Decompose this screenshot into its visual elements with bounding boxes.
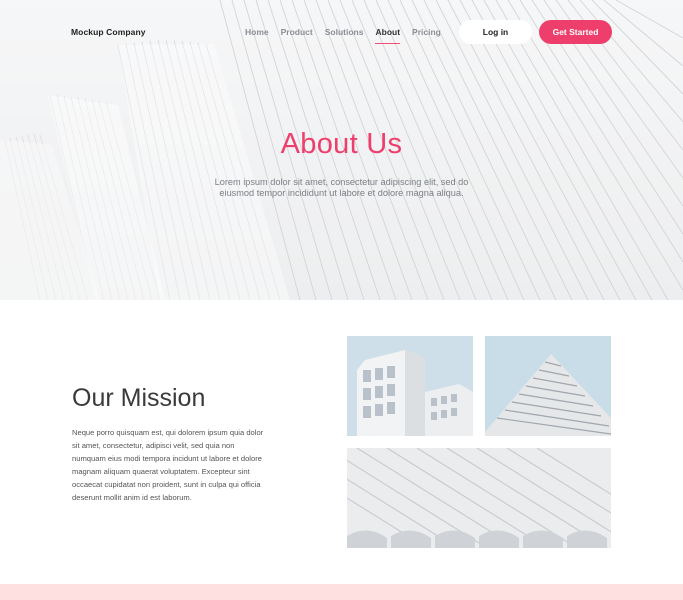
top-navigation: Mockup Company Home Product Solutions Ab… <box>0 0 683 64</box>
nav-link-product[interactable]: Product <box>281 27 313 42</box>
building-photo-white-cubes <box>347 336 473 436</box>
nav-link-about[interactable]: About <box>375 27 400 44</box>
building-photo-curved-facade <box>347 448 611 548</box>
mission-body: Neque porro quisquam est, qui dolorem ip… <box>72 428 264 502</box>
get-started-button[interactable]: Get Started <box>539 20 612 44</box>
hero-subtitle: Lorem ipsum dolor sit amet, consectetur … <box>214 177 469 198</box>
footer-band <box>0 584 683 600</box>
nav-link-solutions[interactable]: Solutions <box>325 27 364 42</box>
nav-link-pricing[interactable]: Pricing <box>412 27 441 42</box>
nav-link-home[interactable]: Home <box>245 27 269 42</box>
login-button[interactable]: Log in <box>459 20 532 44</box>
mission-title: Our Mission <box>72 384 206 412</box>
building-photo-stepped-pyramid <box>485 336 611 436</box>
hero-title: About Us <box>280 128 403 160</box>
nav-links: Home Product Solutions About Pricing <box>245 27 453 44</box>
hero-section: Mockup Company Home Product Solutions Ab… <box>0 0 683 300</box>
brand-logo-text[interactable]: Mockup Company <box>71 27 146 37</box>
